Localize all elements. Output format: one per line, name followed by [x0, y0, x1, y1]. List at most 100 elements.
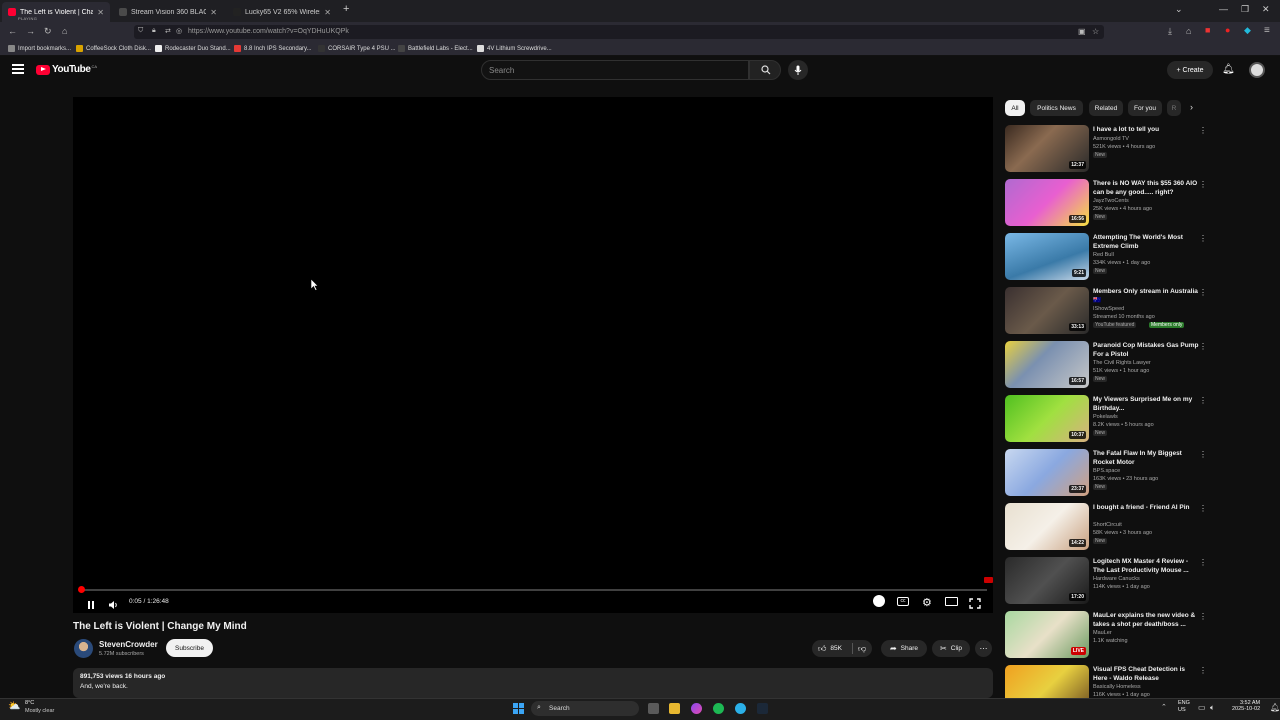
- search-button[interactable]: [749, 60, 781, 80]
- more-actions-button[interactable]: ⋯: [975, 640, 992, 657]
- browser-tab[interactable]: Lucky65 V2 65% Wireless Mech ✕: [227, 2, 337, 22]
- notification-center-icon[interactable]: 🔔︎: [1270, 703, 1280, 712]
- home-icon[interactable]: ⌂: [62, 26, 67, 36]
- chip-related[interactable]: Related: [1089, 100, 1123, 116]
- recommendation-title[interactable]: I bought a friend - Friend AI Pin: [1093, 504, 1201, 513]
- recommendation-channel[interactable]: Basically Homeless: [1093, 684, 1141, 690]
- browser-tab[interactable]: Stream Vision 360 BLACK – The✕: [113, 2, 223, 22]
- tab-list-icon[interactable]: ⌄: [1175, 4, 1183, 15]
- clip-button[interactable]: ✂ Clip: [932, 640, 970, 657]
- menu-icon[interactable]: [12, 64, 24, 74]
- more-vertical-icon[interactable]: ⋮: [1199, 666, 1207, 675]
- chip-all[interactable]: All: [1005, 100, 1025, 116]
- more-vertical-icon[interactable]: ⋮: [1199, 342, 1207, 351]
- downloads-icon[interactable]: ⤓: [1168, 26, 1172, 37]
- share-button[interactable]: ➦ Share: [881, 640, 927, 657]
- extension-blue-icon[interactable]: ◆: [1244, 25, 1251, 36]
- recommendation-item[interactable]: 16:57 Paranoid Cop Mistakes Gas Pump For …: [1005, 341, 1215, 391]
- recommendation-item[interactable]: 9:21 Attempting The World's Most Extreme …: [1005, 233, 1215, 283]
- network-icon[interactable]: ▭: [1198, 703, 1206, 712]
- maximize-icon[interactable]: ❐: [1241, 4, 1249, 15]
- weather-desc[interactable]: Mostly clear: [25, 708, 54, 714]
- recommendation-channel[interactable]: JayzTwoCents: [1093, 198, 1129, 204]
- recommendation-item[interactable]: 33:13 Members Only stream in Australia 🇦🇺…: [1005, 287, 1215, 337]
- video-player[interactable]: [73, 97, 993, 613]
- bookmark-item[interactable]: 8.8 Inch IPS Secondary...: [234, 45, 312, 52]
- bookmark-star-icon[interactable]: ☆: [1092, 27, 1099, 36]
- tab-close-icon[interactable]: ✕: [324, 8, 331, 17]
- more-vertical-icon[interactable]: ⋮: [1199, 396, 1207, 405]
- bookmark-item[interactable]: Battlefield Labs - Elect...: [398, 45, 473, 52]
- taskbar-search[interactable]: ⌕ Search: [531, 701, 639, 716]
- video-thumbnail[interactable]: 23:37: [1005, 449, 1089, 496]
- recommendation-title[interactable]: The Fatal Flaw In My Biggest Rocket Moto…: [1093, 450, 1201, 467]
- chip-politics-news[interactable]: Politics News: [1030, 100, 1083, 116]
- description-box[interactable]: [73, 668, 993, 698]
- weather-icon[interactable]: ⛅: [8, 701, 20, 712]
- translate-icon[interactable]: ▣: [1078, 27, 1086, 36]
- url-text[interactable]: https://www.youtube.com/watch?v=OqYDHuUK…: [188, 28, 349, 35]
- theater-mode-icon[interactable]: [945, 597, 958, 606]
- tab-close-icon[interactable]: ✕: [97, 8, 104, 17]
- progress-scrubber[interactable]: [78, 586, 85, 593]
- reload-icon[interactable]: ↻: [44, 26, 52, 37]
- voice-search-button[interactable]: [788, 60, 808, 80]
- clock[interactable]: 3:52 AM 2025-10-02: [1232, 700, 1260, 712]
- language-indicator[interactable]: ENG US: [1178, 700, 1190, 714]
- create-button[interactable]: + Create: [1167, 61, 1213, 79]
- shield-icon[interactable]: ⛉: [138, 27, 143, 35]
- volume-button[interactable]: [108, 597, 118, 609]
- recommendation-title[interactable]: Attempting The World's Most Extreme Clim…: [1093, 234, 1201, 251]
- browser-icon[interactable]: [735, 703, 746, 714]
- tab-close-icon[interactable]: ✕: [210, 8, 217, 17]
- recommendation-item[interactable]: 10:37 My Viewers Surprised Me on my Birth…: [1005, 395, 1215, 445]
- windows-start-icon[interactable]: [513, 703, 524, 714]
- tracking-icon[interactable]: ◎: [176, 27, 182, 35]
- chip-for-you[interactable]: For you: [1128, 100, 1162, 116]
- recommendation-item[interactable]: LIVE MauLer explains the new video & take…: [1005, 611, 1215, 661]
- recommendation-channel[interactable]: Hardware Canucks: [1093, 576, 1140, 582]
- extension-red-icon[interactable]: ■: [1205, 25, 1210, 35]
- more-vertical-icon[interactable]: ⋮: [1199, 612, 1207, 621]
- video-thumbnail[interactable]: 9:21: [1005, 233, 1089, 280]
- close-window-icon[interactable]: ✕: [1262, 4, 1270, 15]
- recommendation-channel[interactable]: The Civil Rights Lawyer: [1093, 360, 1151, 366]
- recommendation-item[interactable]: 23:37 The Fatal Flaw In My Biggest Rocket…: [1005, 449, 1215, 499]
- spotify-icon[interactable]: [713, 703, 724, 714]
- recommendation-channel[interactable]: BPS.space: [1093, 468, 1120, 474]
- recommendation-channel[interactable]: MauLer: [1093, 630, 1112, 636]
- more-vertical-icon[interactable]: ⋮: [1199, 288, 1207, 297]
- more-vertical-icon[interactable]: ⋮: [1199, 558, 1207, 567]
- recommendation-title[interactable]: Members Only stream in Australia 🇦🇺: [1093, 288, 1201, 305]
- recommendation-item[interactable]: 12:37 I have a lot to tell you Asmongold T…: [1005, 125, 1215, 175]
- recommendation-item[interactable]: 14:22 I bought a friend - Friend AI Pin Sh…: [1005, 503, 1215, 553]
- more-vertical-icon[interactable]: ⋮: [1199, 234, 1207, 243]
- youtube-logo[interactable]: YouTube CA: [36, 64, 97, 75]
- dislike-button[interactable]: 👎︎: [858, 644, 866, 654]
- captions-icon[interactable]: cc: [897, 597, 909, 606]
- app-icon[interactable]: [691, 703, 702, 714]
- speaker-icon[interactable]: 🔈︎: [1210, 703, 1215, 713]
- bookmark-item[interactable]: 4V Lithium Screwdrive...: [477, 45, 552, 52]
- channel-avatar[interactable]: [74, 639, 93, 658]
- avatar[interactable]: [1249, 62, 1265, 78]
- video-thumbnail[interactable]: 17:20: [1005, 557, 1089, 604]
- sponsorblock-icon[interactable]: [873, 595, 885, 607]
- like-button[interactable]: 👍︎ 85K: [818, 644, 842, 654]
- more-vertical-icon[interactable]: ⋮: [1199, 504, 1207, 513]
- video-thumbnail[interactable]: 14:22: [1005, 503, 1089, 550]
- recommendation-channel[interactable]: Pokelawls: [1093, 414, 1118, 420]
- tray-overflow-icon[interactable]: ⌃: [1161, 703, 1167, 711]
- recommendation-title[interactable]: My Viewers Surprised Me on my Birthday..…: [1093, 396, 1201, 413]
- video-thumbnail[interactable]: 16:57: [1005, 341, 1089, 388]
- weather-temp[interactable]: 8°C: [25, 700, 34, 706]
- recommendation-channel[interactable]: ShortCircuit: [1093, 522, 1122, 528]
- video-thumbnail[interactable]: 10:37: [1005, 395, 1089, 442]
- more-vertical-icon[interactable]: ⋮: [1199, 450, 1207, 459]
- notifications-icon[interactable]: 🔔︎: [1222, 64, 1235, 75]
- forward-icon[interactable]: →: [26, 26, 35, 36]
- subscribe-button[interactable]: Subscribe: [166, 639, 213, 657]
- bookmark-item[interactable]: Rodecaster Duo Stand...: [155, 45, 231, 52]
- settings-gear-icon[interactable]: ⚙: [922, 596, 932, 609]
- bookmark-item[interactable]: Import bookmarks...: [8, 45, 71, 52]
